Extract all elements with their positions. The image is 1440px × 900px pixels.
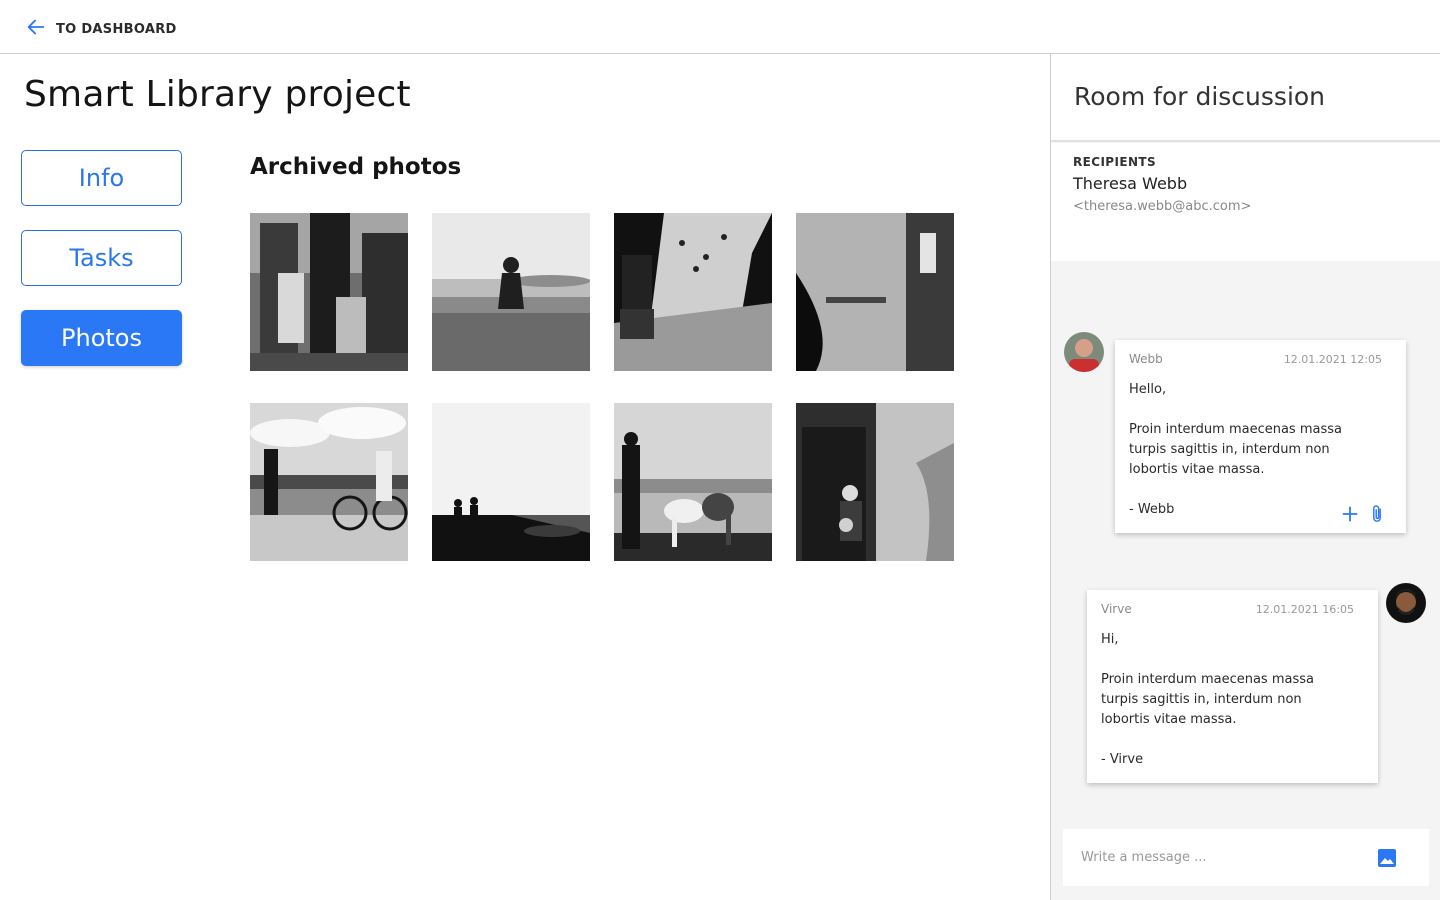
message-author: Webb — [1129, 352, 1163, 366]
recipient-name: Theresa Webb — [1073, 174, 1188, 193]
photo-thumbnail[interactable] — [250, 403, 408, 561]
nav-info-label: Info — [78, 164, 125, 192]
page-title: Smart Library project — [24, 74, 411, 115]
message-actions — [1334, 503, 1388, 525]
photo-thumbnail[interactable] — [614, 403, 772, 561]
message-timestamp: 12.01.2021 12:05 — [1283, 353, 1382, 366]
photo-thumbnail[interactable] — [432, 403, 590, 561]
message-text: Proin interdum maecenas massa turpis sag… — [1101, 672, 1314, 727]
back-label: TO DASHBOARD — [56, 21, 177, 37]
photo-thumbnail[interactable] — [250, 213, 408, 371]
message-card: Webb 12.01.2021 12:05 Hello, Proin inter… — [1115, 340, 1406, 533]
recipients-label: RECIPIENTS — [1073, 155, 1157, 169]
recipients-section: RECIPIENTS Theresa Webb <theresa.webb@ab… — [1051, 143, 1440, 261]
avatar — [1064, 332, 1104, 372]
top-bar: TO DASHBOARD — [0, 0, 1440, 54]
message-signature: - Webb — [1129, 502, 1175, 517]
message-input[interactable] — [1081, 845, 1361, 869]
discussion-title: Room for discussion — [1074, 82, 1326, 111]
back-to-dashboard-link[interactable]: TO DASHBOARD — [25, 16, 177, 42]
main-content: Smart Library project Info Tasks Photos … — [0, 54, 1050, 900]
paperclip-icon[interactable] — [1366, 503, 1388, 525]
message-greeting: Hello, — [1129, 382, 1167, 397]
message-author: Virve — [1101, 602, 1132, 616]
message-card: Virve 12.01.2021 16:05 Hi, Proin interdu… — [1087, 590, 1378, 783]
nav-tasks-label: Tasks — [69, 244, 134, 272]
discussion-panel: Room for discussion RECIPIENTS Theresa W… — [1050, 54, 1440, 900]
nav-tasks-button[interactable]: Tasks — [21, 230, 182, 286]
message-text: Proin interdum maecenas massa turpis sag… — [1129, 422, 1342, 477]
section-title: Archived photos — [250, 154, 462, 180]
message-timestamp: 12.01.2021 16:05 — [1255, 603, 1354, 616]
message-signature: - Virve — [1101, 752, 1144, 767]
message-body: Hi, Proin interdum maecenas massa turpis… — [1101, 630, 1341, 770]
avatar — [1386, 583, 1426, 623]
photo-thumbnail[interactable] — [796, 403, 954, 561]
photo-thumbnail[interactable] — [796, 213, 954, 371]
arrow-left-icon — [25, 16, 47, 42]
photo-thumbnail[interactable] — [432, 213, 590, 371]
plus-icon[interactable] — [1339, 503, 1361, 525]
discussion-header: Room for discussion — [1051, 54, 1440, 142]
nav-photos-button[interactable]: Photos — [21, 310, 182, 366]
nav-photos-label: Photos — [61, 324, 142, 352]
image-icon[interactable] — [1377, 848, 1397, 868]
message-composer — [1063, 829, 1429, 886]
message-greeting: Hi, — [1101, 632, 1119, 647]
message-body: Hello, Proin interdum maecenas massa tur… — [1129, 380, 1369, 520]
nav-info-button[interactable]: Info — [21, 150, 182, 206]
photo-thumbnail[interactable] — [614, 213, 772, 371]
recipient-email: <theresa.webb@abc.com> — [1073, 199, 1252, 214]
